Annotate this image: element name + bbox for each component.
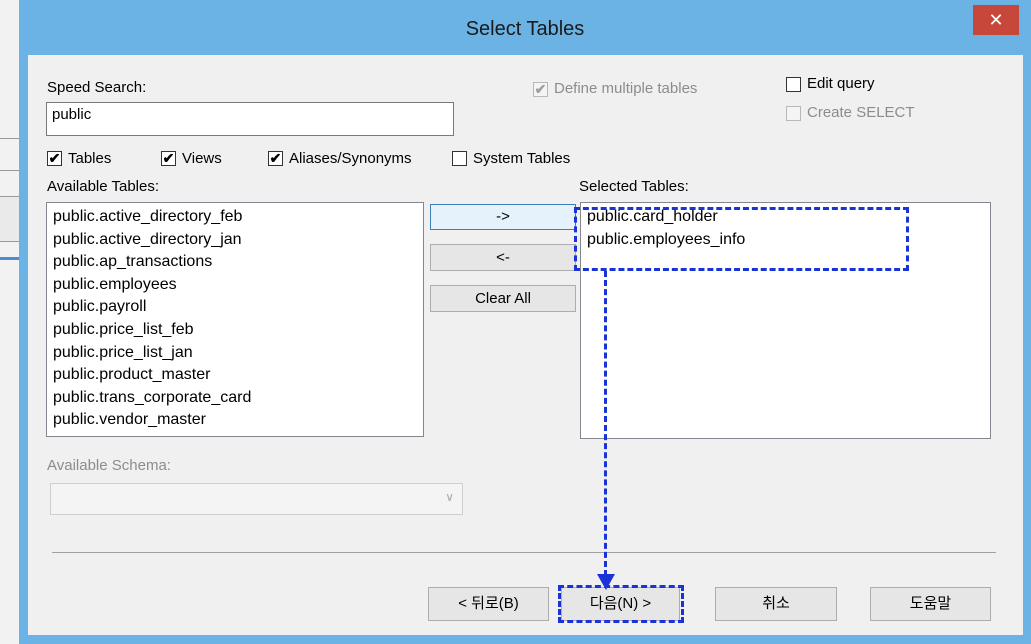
- list-item[interactable]: public.active_directory_jan: [53, 229, 417, 252]
- available-tables-label: Available Tables:: [47, 178, 160, 195]
- close-button[interactable]: ✕: [973, 5, 1019, 35]
- edit-query-label: Edit query: [807, 75, 875, 92]
- check-icon: ✔: [48, 150, 61, 166]
- views-filter-checkbox[interactable]: ✔: [161, 151, 176, 166]
- select-tables-dialog: Select Tables ✕ Speed Search: public ✔ D…: [19, 0, 1031, 644]
- clear-all-button[interactable]: Clear All: [430, 285, 576, 312]
- check-icon: ✔: [534, 81, 547, 97]
- list-item[interactable]: public.ap_transactions: [53, 251, 417, 274]
- create-select-checkbox: [786, 106, 801, 121]
- available-tables-list[interactable]: public.active_directory_feb public.activ…: [46, 202, 424, 437]
- list-item[interactable]: public.price_list_feb: [53, 319, 417, 342]
- chevron-down-icon: ∨: [445, 490, 454, 504]
- create-select-label: Create SELECT: [807, 104, 915, 121]
- edit-query-checkbox[interactable]: [786, 77, 801, 92]
- remove-table-button[interactable]: <-: [430, 244, 576, 271]
- list-item[interactable]: public.vendor_master: [53, 409, 417, 432]
- next-button-highlight: [558, 585, 684, 623]
- title-bar[interactable]: Select Tables ✕: [19, 0, 1031, 55]
- dialog-title: Select Tables: [465, 18, 585, 40]
- list-item[interactable]: public.trans_corporate_card: [53, 387, 417, 410]
- speed-search-value: public: [52, 106, 92, 123]
- define-multiple-label: Define multiple tables: [554, 80, 698, 97]
- check-icon: ✔: [162, 150, 175, 166]
- tables-filter-checkbox[interactable]: ✔: [47, 151, 62, 166]
- cancel-button[interactable]: 취소: [715, 587, 837, 621]
- back-button[interactable]: < 뒤로(B): [428, 587, 549, 621]
- list-item[interactable]: public.payroll: [53, 296, 417, 319]
- add-table-button[interactable]: ->: [430, 204, 576, 230]
- check-icon: ✔: [269, 150, 282, 166]
- available-schema-label: Available Schema:: [47, 457, 171, 474]
- dialog-client-area: Speed Search: public ✔ Define multiple t…: [28, 55, 1023, 635]
- annotation-arrow-line: [604, 271, 607, 576]
- list-item[interactable]: public.employees: [53, 274, 417, 297]
- help-button[interactable]: 도움말: [870, 587, 991, 621]
- selected-tables-label: Selected Tables:: [579, 178, 689, 195]
- define-multiple-checkbox: ✔: [533, 82, 548, 97]
- selected-tables-highlight: [574, 207, 909, 271]
- footer-separator: [52, 552, 996, 553]
- list-item[interactable]: public.active_directory_feb: [53, 206, 417, 229]
- system-tables-filter-label: System Tables: [473, 150, 571, 167]
- available-schema-dropdown: ∨: [50, 483, 463, 515]
- system-tables-filter-checkbox[interactable]: [452, 151, 467, 166]
- close-icon: ✕: [988, 10, 1004, 30]
- list-item[interactable]: public.price_list_jan: [53, 342, 417, 365]
- speed-search-label: Speed Search:: [47, 79, 147, 96]
- speed-search-input[interactable]: public: [46, 102, 454, 136]
- aliases-filter-checkbox[interactable]: ✔: [268, 151, 283, 166]
- list-item[interactable]: public.product_master: [53, 364, 417, 387]
- aliases-filter-label: Aliases/Synonyms: [289, 150, 412, 167]
- tables-filter-label: Tables: [68, 150, 112, 167]
- views-filter-label: Views: [182, 150, 222, 167]
